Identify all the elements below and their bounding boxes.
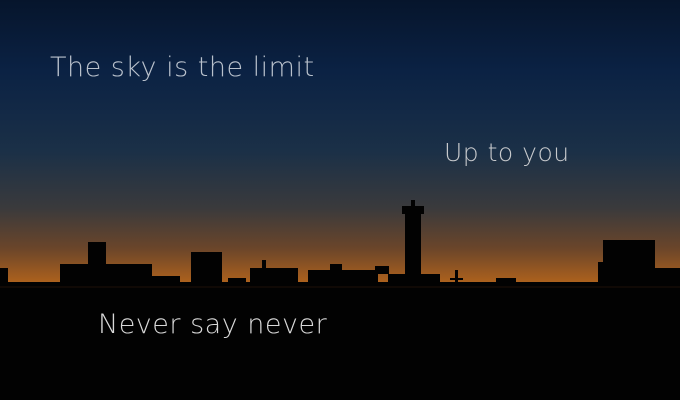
quote-never-say-never: Never say never xyxy=(98,309,328,340)
quote-up-to-you: Up to you xyxy=(444,138,570,167)
photo-background: The sky is the limit Up to you Never say… xyxy=(0,0,680,400)
quote-sky-limit: The sky is the limit xyxy=(50,52,315,83)
